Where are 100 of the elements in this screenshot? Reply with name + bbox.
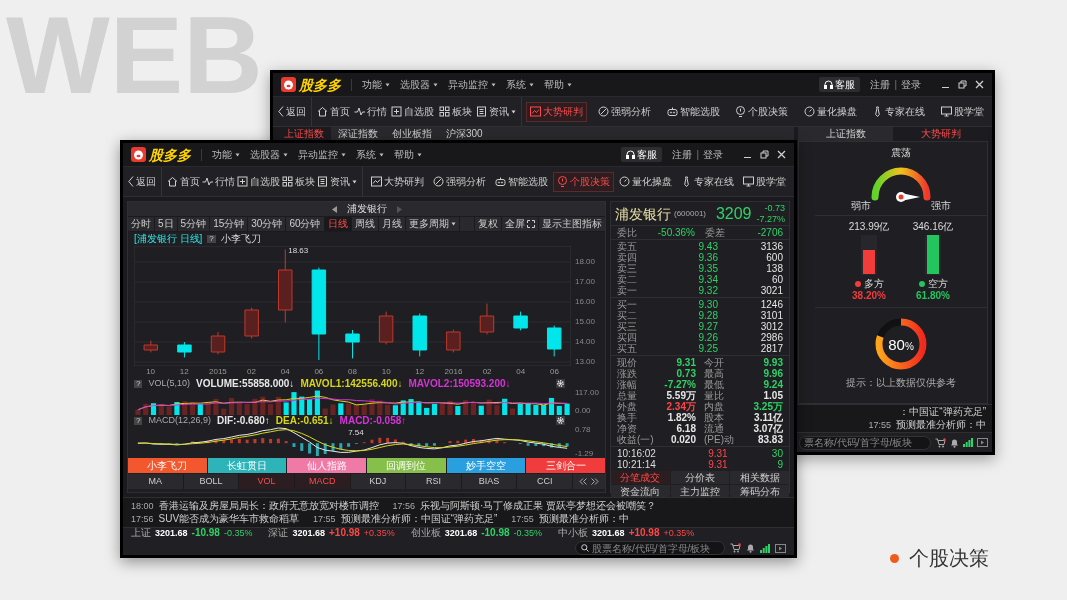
menu-item[interactable]: 选股器 <box>400 79 438 90</box>
bell-icon[interactable] <box>746 543 755 553</box>
indicator-tab[interactable]: RSI <box>406 474 462 489</box>
register-link[interactable]: 注册 <box>672 149 693 160</box>
toolbar-button[interactable]: 首页 <box>166 171 201 192</box>
menu-item[interactable]: 异动监控 <box>448 79 496 90</box>
service-button[interactable]: 客服 <box>819 77 861 92</box>
menu-item[interactable]: 选股器 <box>250 149 288 160</box>
period-tab[interactable]: 分时 <box>128 217 155 231</box>
toolbar-tab[interactable]: 量化操盘 <box>799 101 861 122</box>
back-button[interactable]: 返回 <box>123 167 162 196</box>
news-headline[interactable]: 预测最准分析师：中 <box>896 420 986 430</box>
toolbar-button[interactable]: 板块 <box>281 171 316 192</box>
toolbar-button[interactable]: 行情 <box>201 171 236 192</box>
search-field[interactable]: 股票名称/代码/首字母/板块 <box>575 541 725 555</box>
chart-tool-button[interactable]: 全屏 <box>501 217 538 231</box>
toolbar-button[interactable]: 板块 <box>437 101 473 122</box>
quote-tab[interactable]: 相关数据 <box>730 471 789 484</box>
axis-label: 10 <box>146 368 156 376</box>
news-headline[interactable]: 预测最准分析师：中国证“弹药充足” <box>340 514 498 524</box>
help-badge[interactable]: ? <box>134 416 143 425</box>
toolbar-tab[interactable]: 智能选股 <box>491 171 552 192</box>
stock-title: 浦发银行 <box>346 204 387 214</box>
chart-tool-button[interactable]: 复权 <box>474 217 501 231</box>
bell-icon[interactable] <box>950 437 959 448</box>
gear-icon[interactable] <box>556 416 565 425</box>
close-icon[interactable] <box>777 150 786 159</box>
order-level: 买五 <box>617 343 638 354</box>
indicator-tab[interactable]: VOL <box>239 474 295 489</box>
menu-item[interactable]: 系统 <box>356 149 384 160</box>
gear-icon[interactable] <box>556 379 565 388</box>
toolbar-tab[interactable]: 股学堂 <box>937 101 988 122</box>
toolbar-button[interactable]: 首页 <box>316 101 351 122</box>
double-left-icon[interactable] <box>579 478 587 485</box>
expand-icon <box>527 220 535 228</box>
menu-item[interactable]: 帮助 <box>394 149 422 160</box>
menu-item[interactable]: 帮助 <box>544 79 572 90</box>
chart-tool-button[interactable]: 显示主图指标 <box>538 217 605 231</box>
help-badge[interactable]: ? <box>207 235 216 243</box>
back-button[interactable]: 返回 <box>273 97 312 126</box>
service-button[interactable]: 客服 <box>621 147 663 162</box>
close-icon[interactable] <box>975 80 984 89</box>
axis-label: 14.00 <box>575 338 596 346</box>
cart-icon[interactable] <box>935 437 946 448</box>
toolbar-tab[interactable]: 专家在线 <box>868 101 930 122</box>
strategy-tab[interactable]: 三剑合一 <box>526 458 606 473</box>
indicator-tab[interactable]: BOLL <box>183 474 240 489</box>
toolbar-tab[interactable]: 大势研判 <box>367 171 428 192</box>
previous-icon[interactable] <box>331 205 337 213</box>
play-box-icon[interactable] <box>977 438 988 447</box>
indicator-tab[interactable]: KDJ <box>350 474 407 489</box>
toolbar-tab[interactable]: 大势研判 <box>525 101 587 122</box>
quote-tab[interactable]: 分笔成交 <box>611 471 670 484</box>
news-headline[interactable]: ：中国证“弹药充足” <box>899 407 986 417</box>
stat-value: 9.24 <box>762 379 783 390</box>
toolbar-tab[interactable]: 智能选股 <box>662 101 724 122</box>
toolbar-tab[interactable]: 量化操盘 <box>615 171 676 192</box>
period-tab[interactable]: 30分钟 <box>248 217 287 231</box>
toolbar-tab[interactable]: 强弱分析 <box>429 171 490 192</box>
toolbar-button[interactable]: 行情 <box>353 101 389 122</box>
login-link[interactable]: 登录 <box>901 79 921 90</box>
menu-item[interactable]: 系统 <box>506 79 534 90</box>
toolbar-button[interactable]: 自选股 <box>390 101 436 122</box>
menu-item[interactable]: 功能 <box>362 79 390 90</box>
news-headline[interactable]: 预测最准分析师：中 <box>538 514 629 524</box>
play-box-icon[interactable] <box>775 543 786 553</box>
indicator-name: 小李飞刀 <box>220 234 261 244</box>
menu-item[interactable]: 异动监控 <box>298 149 346 160</box>
toolbar-button[interactable]: 自选股 <box>236 171 281 192</box>
login-link[interactable]: 登录 <box>703 149 723 160</box>
double-right-icon[interactable] <box>591 478 599 485</box>
menu-item[interactable]: 功能 <box>212 149 240 160</box>
index-tab[interactable]: 上证指数 <box>277 127 331 141</box>
indicator-tab[interactable]: MA <box>128 474 184 489</box>
quote-tab[interactable]: 分价表 <box>670 471 730 484</box>
toolbar-tab[interactable]: 股学堂 <box>739 171 790 192</box>
indicator-tab[interactable]: MACD <box>294 474 351 489</box>
panel-tab[interactable]: 上证指数 <box>798 127 893 141</box>
toolbar-tab[interactable]: 专家在线 <box>677 171 738 192</box>
toolbar-button[interactable]: 资讯 <box>316 171 358 192</box>
news-headline[interactable]: SUV能否成为豪华车市救命稻草 <box>158 514 300 524</box>
help-badge[interactable]: ? <box>134 379 143 388</box>
news-headline[interactable]: 香港运输及房屋局局长：政府无意放宽对楼市调控 <box>158 501 379 511</box>
period-tab[interactable]: 5日 <box>155 217 178 231</box>
toolbar-tab[interactable]: 强弱分析 <box>594 101 656 122</box>
restore-icon[interactable] <box>958 80 967 89</box>
news-headline[interactable]: 乐视与阿斯顿·马丁修成正果 贾跃亭梦想还会被嘲笑？ <box>420 501 657 511</box>
stat-value: 0.73 <box>675 368 696 379</box>
axis-label: 12 <box>179 368 189 376</box>
toolbar-tab[interactable]: 个股决策 <box>553 171 614 192</box>
register-link[interactable]: 注册 <box>870 79 891 90</box>
order-volume: 600 <box>765 252 783 263</box>
restore-icon[interactable] <box>760 150 769 159</box>
indicator-tab[interactable]: CCI <box>517 474 573 489</box>
search-field[interactable]: 票名称/代码/首字母/板块 <box>799 435 931 450</box>
cart-icon[interactable] <box>730 543 741 553</box>
toolbar-button[interactable]: 资讯 <box>474 101 517 122</box>
toolbar-tab[interactable]: 个股决策 <box>731 101 793 122</box>
period-tab[interactable]: 日线 <box>324 217 352 231</box>
indicator-tab[interactable]: BIAS <box>461 474 518 489</box>
